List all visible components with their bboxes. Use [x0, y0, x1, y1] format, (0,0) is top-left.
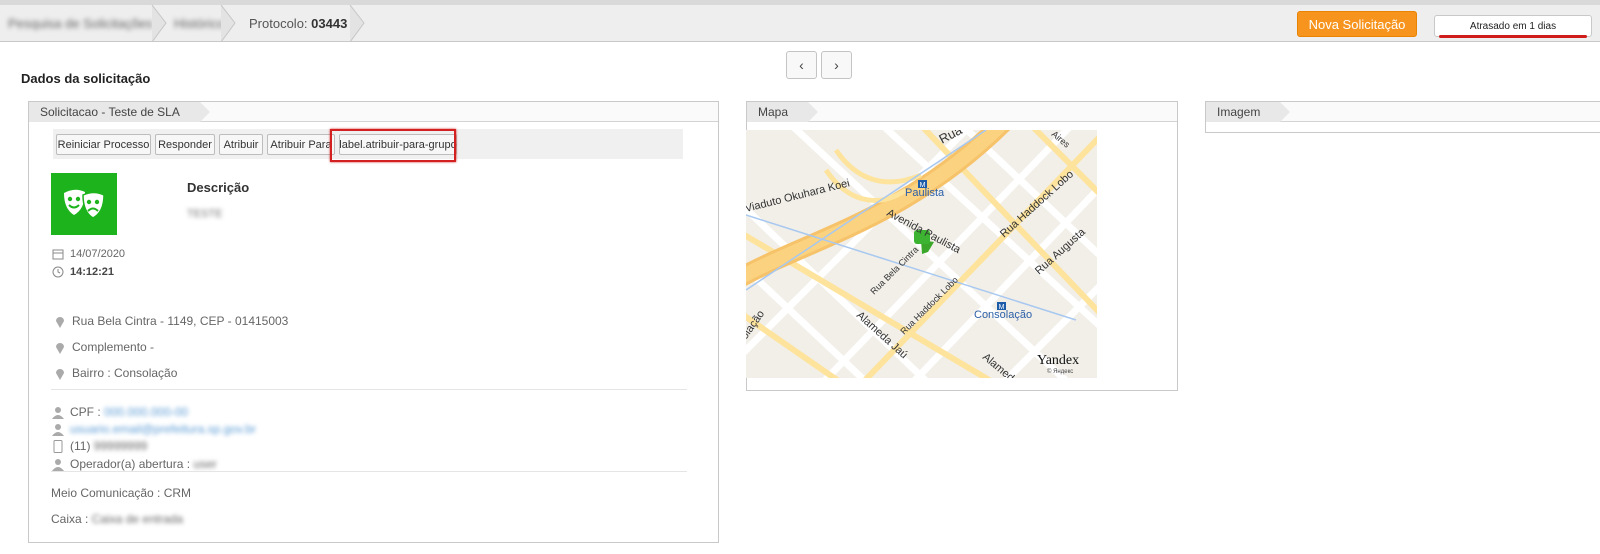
box-value: Caixa de entrada — [91, 512, 184, 526]
neighborhood-row: Bairro : Consolação — [53, 366, 177, 380]
box-row: Caixa : Caixa de entrada — [51, 512, 183, 526]
breadcrumb-protocol: Protocolo: 03443 — [249, 16, 348, 31]
reply-button[interactable]: Responder — [155, 134, 215, 155]
map-pin-icon — [53, 341, 66, 354]
panel-header: Imagem — [1206, 102, 1600, 122]
phone-row: (11) 99999999 — [51, 439, 147, 453]
cpf-row: CPF : 000.000.000-00 — [51, 405, 188, 419]
request-panel-tab[interactable]: Solicitacao - Teste de SLA — [29, 102, 210, 122]
breadcrumb-separator — [348, 5, 370, 42]
description-value: TESTE — [187, 208, 223, 220]
svg-text:Yandex: Yandex — [1037, 353, 1079, 368]
theater-masks-icon — [51, 173, 117, 235]
operator-label: Operador(a) abertura : — [70, 457, 191, 471]
box-label: Caixa : — [51, 512, 89, 526]
top-bar: Pesquisa de Solicitações Histórico Proto… — [0, 5, 1600, 42]
panel-header: Solicitacao - Teste de SLA — [29, 102, 718, 122]
channel-value: Meio Comunicação : CRM — [51, 486, 192, 500]
panel-header: Mapa — [747, 102, 1177, 122]
prev-page-button[interactable]: ‹ — [786, 51, 817, 79]
image-panel-tab[interactable]: Imagem — [1206, 102, 1291, 122]
divider — [51, 471, 687, 472]
date-value: 14/07/2020 — [70, 247, 126, 260]
next-page-button[interactable]: › — [821, 51, 852, 79]
assign-button[interactable]: Atribuir — [219, 134, 263, 155]
late-status-badge: Atrasado em 1 dias — [1434, 15, 1592, 38]
cpf-value: 000.000.000-00 — [104, 405, 189, 419]
breadcrumb-item-search[interactable]: Pesquisa de Solicitações — [8, 5, 153, 42]
svg-text:Consolação: Consolação — [974, 309, 1032, 321]
date-row: 14/07/2020 — [51, 247, 125, 260]
user-icon — [51, 423, 64, 436]
highlight-box — [330, 129, 456, 162]
map-pin-icon — [53, 367, 66, 380]
svg-text:© Яндекс: © Яндекс — [1047, 368, 1073, 375]
phone-prefix: (11) — [70, 439, 91, 453]
breadcrumb-item-history[interactable]: Histórico — [174, 5, 225, 42]
channel-row: Meio Comunicação : CRM — [51, 486, 191, 500]
divider — [51, 389, 687, 390]
clock-icon — [51, 265, 64, 278]
breadcrumb-separator — [219, 5, 241, 42]
mobile-phone-icon — [51, 439, 64, 453]
page-title: Dados da solicitação — [21, 71, 151, 86]
calendar-icon — [51, 247, 64, 260]
time-value: 14:12:21 — [70, 265, 115, 278]
assign-to-button[interactable]: Atribuir Para — [267, 134, 335, 155]
email-row: usuario.email@prefeitura.sp.gov.br — [51, 422, 256, 436]
svg-text:Paulista: Paulista — [905, 187, 945, 199]
address-row: Rua Bela Cintra - 1149, CEP - 01415003 — [53, 314, 288, 328]
map-pin-icon — [53, 315, 66, 328]
complement-row: Complemento - — [53, 340, 154, 354]
restart-process-button[interactable]: Reiniciar Processo — [56, 134, 151, 155]
map-panel-tab[interactable]: Mapa — [747, 102, 819, 122]
complement-value: Complemento - — [72, 340, 155, 354]
cpf-label: CPF : — [70, 405, 101, 419]
description-label: Descrição — [187, 180, 250, 195]
operator-row: Operador(a) abertura : user — [51, 457, 217, 471]
neighborhood-value: Bairro : Consolação — [72, 366, 178, 380]
image-panel: Imagem — [1205, 101, 1600, 133]
time-row: 14:12:21 — [51, 265, 114, 278]
address-value: Rua Bela Cintra - 1149, CEP - 01415003 — [72, 314, 289, 328]
new-request-button[interactable]: Nova Solicitação — [1297, 11, 1417, 37]
phone-value: 99999999 — [93, 439, 148, 453]
email-link[interactable]: usuario.email@prefeitura.sp.gov.br — [70, 422, 256, 436]
user-icon — [51, 458, 64, 471]
operator-value: user — [193, 457, 217, 471]
breadcrumb-separator — [150, 5, 172, 42]
user-icon — [51, 406, 64, 419]
map-view[interactable]: M Paulista M Consolação Viaduto Okuhara … — [746, 130, 1097, 378]
